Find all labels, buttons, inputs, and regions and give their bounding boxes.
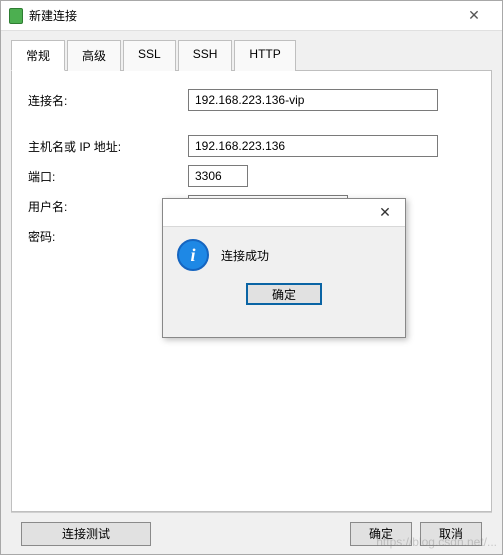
- tab-advanced[interactable]: 高级: [67, 40, 121, 71]
- test-connection-button[interactable]: 连接测试: [21, 522, 151, 546]
- modal-message: 连接成功: [221, 247, 269, 264]
- conn-name-input[interactable]: [188, 89, 438, 111]
- host-input[interactable]: [188, 135, 438, 157]
- footer: 连接测试 确定 取消: [11, 512, 492, 554]
- tab-bar: 常规 高级 SSL SSH HTTP: [11, 40, 492, 71]
- titlebar: 新建连接 ✕: [1, 1, 502, 31]
- modal-body: i 连接成功: [163, 227, 405, 283]
- port-label: 端口:: [28, 168, 188, 185]
- tab-ssl[interactable]: SSL: [123, 40, 176, 71]
- info-icon: i: [177, 239, 209, 271]
- message-dialog: ✕ i 连接成功 确定: [162, 198, 406, 338]
- cancel-button[interactable]: 取消: [420, 522, 482, 546]
- modal-titlebar: ✕: [163, 199, 405, 227]
- modal-footer: 确定: [163, 283, 405, 317]
- close-icon[interactable]: ✕: [454, 7, 494, 24]
- port-input[interactable]: [188, 165, 248, 187]
- host-label: 主机名或 IP 地址:: [28, 138, 188, 155]
- modal-ok-button[interactable]: 确定: [246, 283, 322, 305]
- tab-ssh[interactable]: SSH: [178, 40, 233, 71]
- app-icon: [9, 8, 23, 24]
- modal-close-icon[interactable]: ✕: [365, 204, 405, 221]
- tab-http[interactable]: HTTP: [234, 40, 295, 71]
- conn-name-label: 连接名:: [28, 92, 188, 109]
- ok-button[interactable]: 确定: [350, 522, 412, 546]
- window-title: 新建连接: [29, 7, 454, 24]
- tab-general[interactable]: 常规: [11, 40, 65, 71]
